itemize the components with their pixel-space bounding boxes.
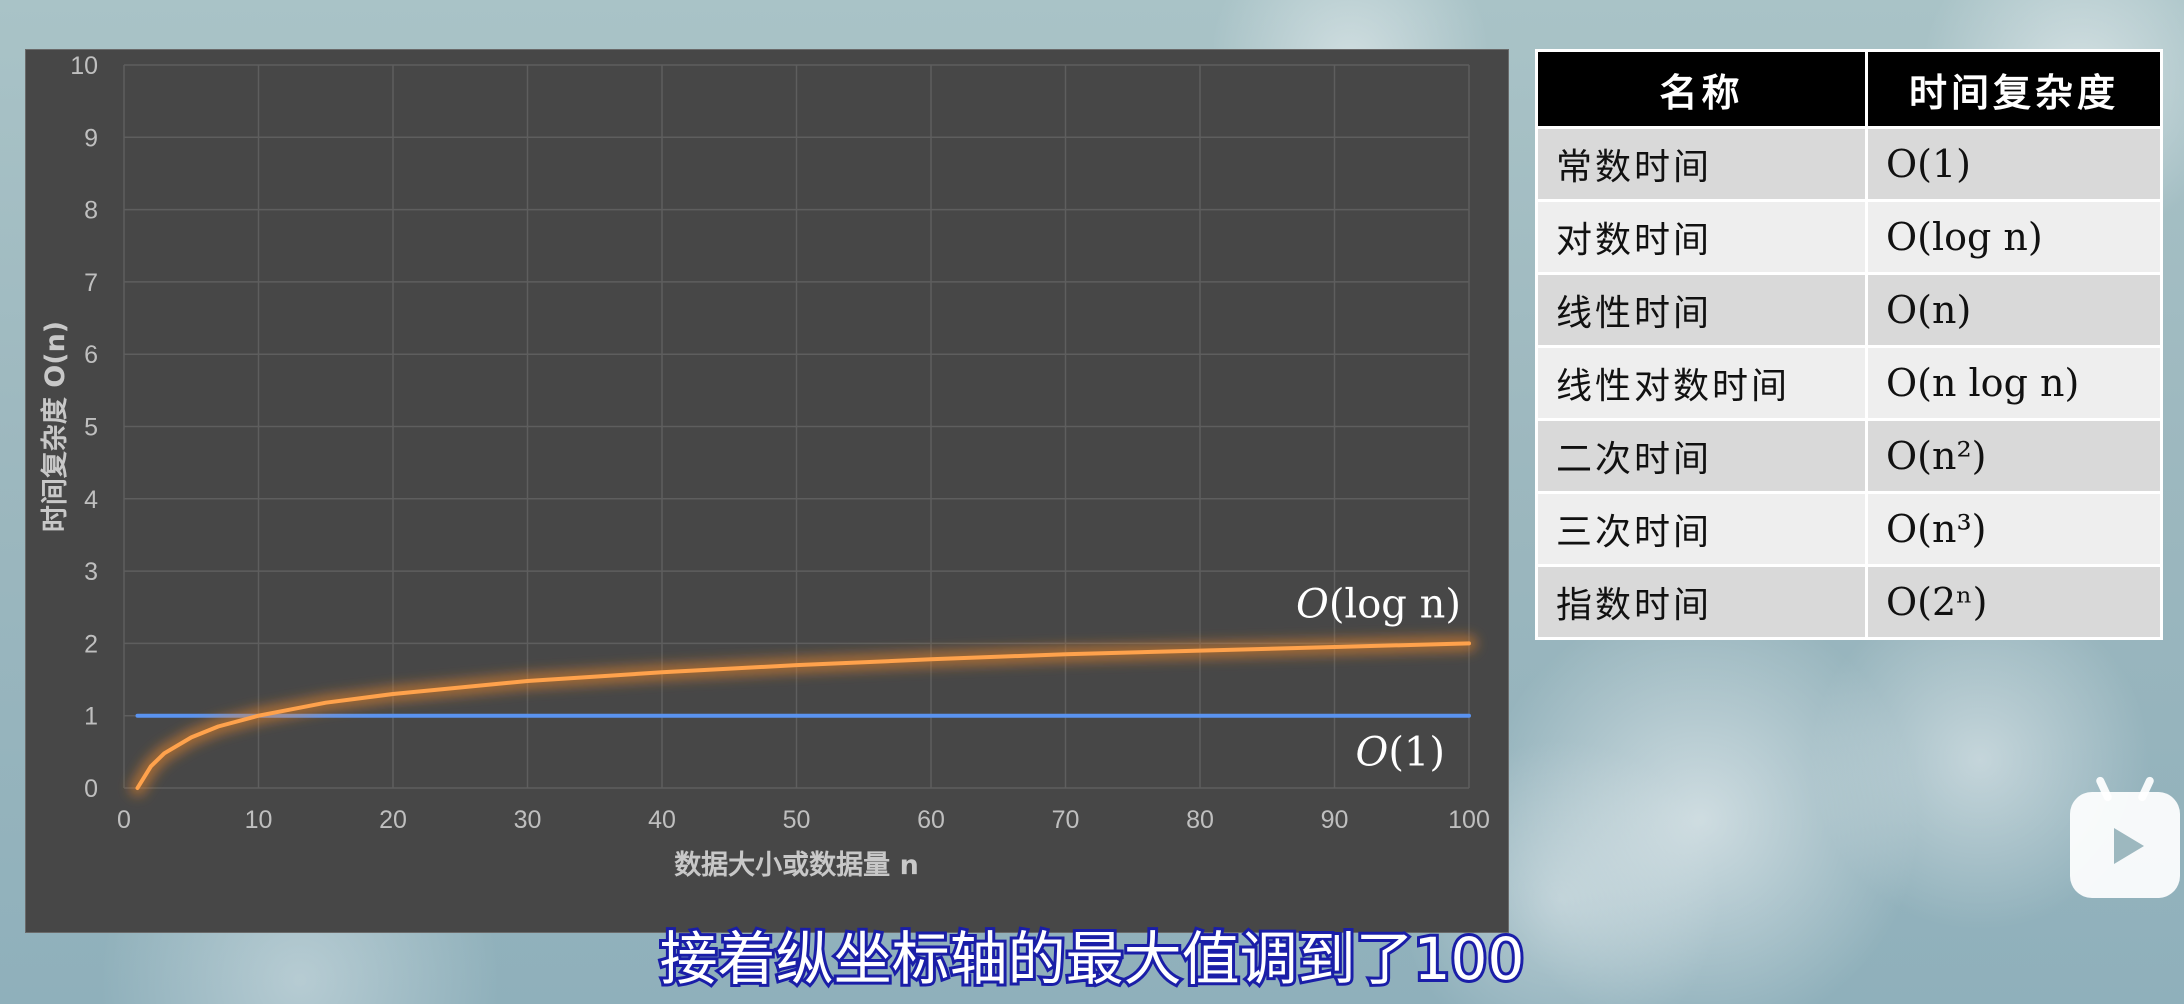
annotation-log-n: O(log n) bbox=[1296, 581, 1461, 627]
header-complexity: 时间复杂度 bbox=[1865, 49, 2163, 129]
table-row: 常数时间 O(1) bbox=[1535, 126, 2163, 202]
row-complexity: O(n log n) bbox=[1865, 345, 2163, 421]
x-tick-label: 50 bbox=[783, 806, 811, 834]
x-tick-label: 90 bbox=[1321, 806, 1349, 834]
chart-panel: 0 10 20 30 40 50 60 70 80 90 100 0 1 2 3 4 5 6 7 8 9 10 数据大小或… bbox=[25, 49, 1509, 933]
row-name: 常数时间 bbox=[1535, 126, 1868, 202]
x-tick-label: 80 bbox=[1186, 806, 1214, 834]
table-row: 二次时间 O(n²) bbox=[1535, 418, 2163, 494]
row-complexity: O(n³) bbox=[1865, 491, 2163, 567]
video-subtitle: 接着纵坐标轴的最大值调到了100 bbox=[657, 922, 1528, 996]
grid-layer bbox=[123, 64, 1470, 789]
x-tick-label: 100 bbox=[1448, 806, 1490, 834]
y-tick-label: 1 bbox=[84, 703, 98, 731]
x-tick-label: 0 bbox=[117, 806, 131, 834]
row-name: 线性时间 bbox=[1535, 272, 1868, 348]
header-name: 名称 bbox=[1535, 49, 1868, 129]
y-axis-title: 时间复杂度 O(n) bbox=[39, 321, 71, 532]
row-complexity: O(n) bbox=[1865, 272, 2163, 348]
complexity-table: 名称 时间复杂度 常数时间 O(1) 对数时间 O(log n) 线性时间 O(… bbox=[1535, 49, 2163, 640]
x-tick-label: 40 bbox=[648, 806, 676, 834]
series-layer bbox=[129, 635, 1477, 796]
row-name: 三次时间 bbox=[1535, 491, 1868, 567]
y-tick-label: 7 bbox=[84, 269, 98, 297]
y-tick-label: 2 bbox=[84, 630, 98, 658]
table-header-row: 名称 时间复杂度 bbox=[1535, 49, 2163, 129]
table-row: 指数时间 O(2ⁿ) bbox=[1535, 564, 2163, 640]
y-tick-label: 6 bbox=[84, 341, 98, 369]
annotation-o-1: O(1) bbox=[1356, 730, 1445, 776]
x-tick-label: 20 bbox=[379, 806, 407, 834]
play-icon[interactable] bbox=[2070, 775, 2180, 898]
y-tick-label: 10 bbox=[70, 52, 98, 80]
table-row: 对数时间 O(log n) bbox=[1535, 199, 2163, 275]
x-tick-label: 60 bbox=[917, 806, 945, 834]
row-name: 二次时间 bbox=[1535, 418, 1868, 494]
row-complexity: O(log n) bbox=[1865, 199, 2163, 275]
x-tick-label: 10 bbox=[245, 806, 273, 834]
y-tick-label: 5 bbox=[84, 414, 98, 442]
row-name: 指数时间 bbox=[1535, 564, 1868, 640]
x-tick-label: 30 bbox=[514, 806, 542, 834]
y-tick-label: 3 bbox=[84, 558, 98, 586]
row-complexity: O(n²) bbox=[1865, 418, 2163, 494]
y-tick-label: 4 bbox=[84, 486, 98, 514]
row-name: 线性对数时间 bbox=[1535, 345, 1868, 421]
y-tick-label: 8 bbox=[84, 197, 98, 225]
row-complexity: O(1) bbox=[1865, 126, 2163, 202]
row-complexity: O(2ⁿ) bbox=[1865, 564, 2163, 640]
y-tick-label: 9 bbox=[84, 124, 98, 152]
table-row: 线性对数时间 O(n log n) bbox=[1535, 345, 2163, 421]
table-row: 三次时间 O(n³) bbox=[1535, 491, 2163, 567]
x-axis-title: 数据大小或数据量 n bbox=[674, 850, 919, 881]
row-name: 对数时间 bbox=[1535, 199, 1868, 275]
chart-svg: 0 10 20 30 40 50 60 70 80 90 100 0 1 2 3 4 5 6 7 8 9 10 数据大小或… bbox=[39, 52, 1490, 881]
y-tick-label: 0 bbox=[84, 775, 98, 803]
table-row: 线性时间 O(n) bbox=[1535, 272, 2163, 348]
x-tick-label: 70 bbox=[1052, 806, 1080, 834]
